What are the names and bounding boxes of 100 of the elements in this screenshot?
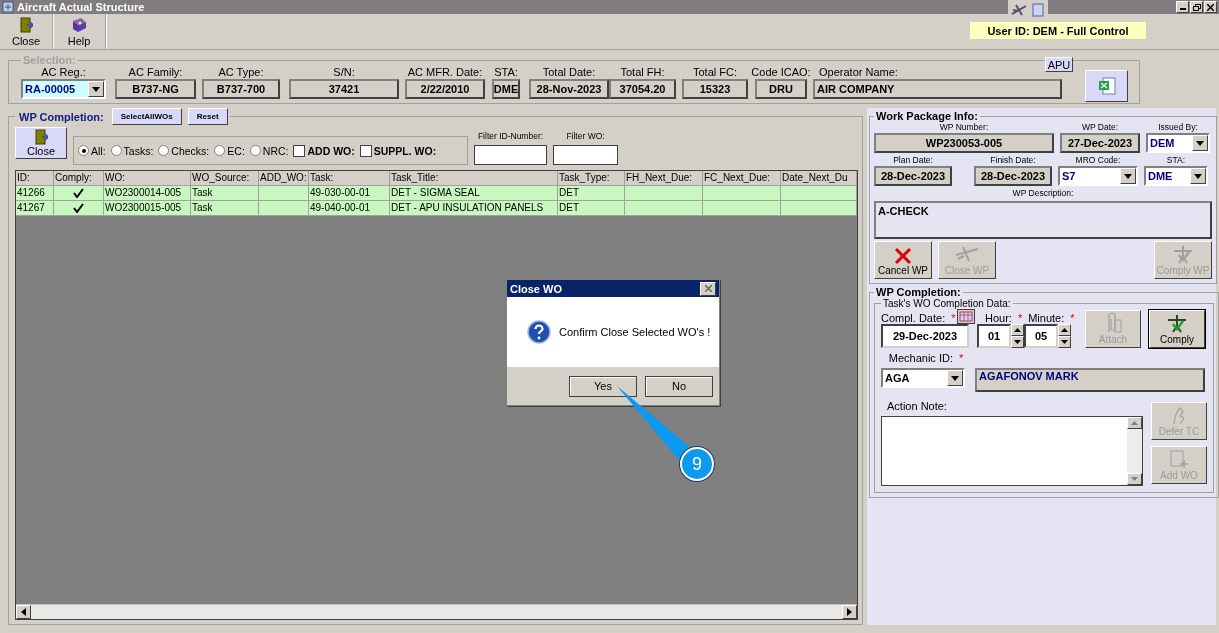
field-value: B737-700 (202, 79, 280, 99)
date-field[interactable]: 29-Dec-2023 (881, 324, 969, 348)
issued-by-combo[interactable]: DEM (1146, 133, 1210, 153)
calendar-icon[interactable] (957, 309, 976, 324)
plane-icon[interactable] (1010, 2, 1028, 18)
filter-input[interactable] (553, 145, 618, 165)
table-cell: 49-040-00-01 (309, 201, 390, 216)
field-label: MRO Code: (1075, 155, 1121, 166)
up-arrow-icon (1014, 328, 1021, 332)
close-button[interactable] (1204, 1, 1217, 13)
caret-icon (1194, 173, 1202, 179)
restore-icon (1192, 3, 1201, 11)
dialog-title: Close WO (510, 282, 562, 295)
app-icon (2, 1, 14, 13)
filter-radio[interactable]: EC: (214, 144, 245, 157)
spinner[interactable] (1011, 324, 1024, 348)
filter-input[interactable] (474, 145, 547, 165)
question-icon (527, 320, 551, 344)
document-plus-icon (1168, 448, 1190, 470)
mechanic-combo[interactable]: AGA (881, 368, 965, 388)
filter-checkbox[interactable]: SUPPL. WO: (359, 144, 437, 157)
table-cell: WO2300015-005 (104, 201, 191, 216)
reset-button[interactable]: Reset (187, 108, 228, 125)
field-label: WP Number: (939, 122, 989, 133)
spreadsheet-icon (1096, 76, 1117, 96)
caret-icon (951, 375, 959, 381)
field-label: STA: (494, 66, 518, 79)
mro-code-combo[interactable]: S7 (1058, 166, 1138, 186)
table-cell: DET (558, 201, 625, 216)
toolbar-button[interactable]: Close (0, 14, 53, 49)
dialog-button[interactable]: Yes (569, 375, 637, 397)
filter-checkbox[interactable]: ADD WO: (293, 144, 355, 157)
field-label: Hour: (985, 312, 1012, 324)
required-mark: * (951, 312, 956, 324)
door-icon (19, 16, 33, 33)
action-note-field[interactable] (881, 416, 1143, 486)
down-arrow-icon (1014, 340, 1021, 344)
down-arrow-icon (1061, 340, 1068, 344)
vertical-scrollbar[interactable] (1127, 417, 1142, 485)
field-value: 37421 (289, 79, 399, 99)
left-arrow-icon (21, 608, 26, 616)
action-button[interactable]: Cancel WP (874, 241, 932, 279)
dialog-message: Confirm Close Selected WO's ! (559, 326, 711, 338)
field-label: Mechanic ID: (888, 352, 953, 364)
field-label: Compl. Date: (881, 312, 946, 324)
field-label: Plan Date: (893, 155, 933, 166)
field-label: Filter WO: (566, 131, 605, 142)
group-legend: WP Completion: (17, 110, 106, 123)
table-cell: DET - APU INSULATION PANELS (390, 201, 558, 216)
filter-radio[interactable]: Tasks: (110, 144, 154, 157)
dialog-button[interactable]: No (645, 375, 713, 397)
door-icon (34, 129, 48, 145)
field-label: Total Date: (542, 66, 596, 79)
horizontal-scrollbar[interactable] (16, 604, 857, 619)
field-label: Filter ID-Number: (477, 131, 544, 142)
field-value: WP230053-005 (874, 133, 1054, 153)
sta-combo[interactable]: DME (1144, 166, 1208, 186)
field-value: DRU (755, 79, 807, 99)
filter-radio[interactable]: Checks: (158, 144, 210, 157)
comply-checkbox[interactable] (72, 202, 85, 214)
filter-radio[interactable]: All: (78, 144, 106, 157)
up-arrow-icon (1131, 421, 1138, 425)
mechanic-name: AGAFONOV MARK (975, 368, 1205, 392)
group-legend: WP Completion: (874, 286, 963, 298)
field-label: AC Reg.: (41, 66, 86, 79)
close-list-button[interactable]: Close (15, 127, 67, 159)
field-label: AC Family: (128, 66, 183, 79)
book-icon (71, 16, 87, 33)
filter-radio[interactable]: NRC: (249, 144, 289, 157)
comply-checkbox[interactable] (72, 187, 85, 199)
minute-field[interactable]: 05 (1024, 324, 1058, 348)
field-value: 28-Dec-2023 (874, 166, 952, 186)
action-button[interactable]: Comply (1149, 310, 1205, 348)
minimize-button[interactable] (1176, 1, 1189, 13)
down-arrow-icon (1131, 477, 1138, 481)
cross-icon (893, 247, 913, 265)
excel-button[interactable] (1085, 70, 1128, 102)
hour-field[interactable]: 01 (977, 324, 1011, 348)
toolbar-button[interactable]: Help (53, 14, 106, 49)
field-label: Total FC: (693, 66, 737, 79)
field-label: Minute: (1028, 312, 1065, 324)
spinner[interactable] (1058, 324, 1071, 348)
field-value: AIR COMPANY (813, 79, 1062, 99)
field-label: Total FH: (620, 66, 665, 79)
required-mark: * (958, 352, 964, 364)
registration-combo[interactable]: RA-00005 (21, 79, 106, 99)
field-label: AC Type: (218, 66, 264, 79)
field-label: Finish Date: (990, 155, 1036, 166)
field-label: S/N: (333, 66, 355, 79)
right-arrow-icon (847, 608, 852, 616)
group-legend: Task's WO Completion Data: (881, 298, 1013, 309)
dialog-close-button[interactable] (700, 281, 716, 296)
field-value: 28-Dec-2023 (974, 166, 1052, 186)
field-label: WP Date: (1081, 122, 1119, 133)
select-all-button[interactable]: SelectAllWOs (111, 108, 182, 125)
field-label: Issued By: (1158, 122, 1198, 133)
restore-button[interactable] (1190, 1, 1203, 13)
description-box: A-CHECK (874, 201, 1212, 239)
apu-button[interactable]: APU (1045, 57, 1073, 72)
table-cell (259, 201, 309, 216)
